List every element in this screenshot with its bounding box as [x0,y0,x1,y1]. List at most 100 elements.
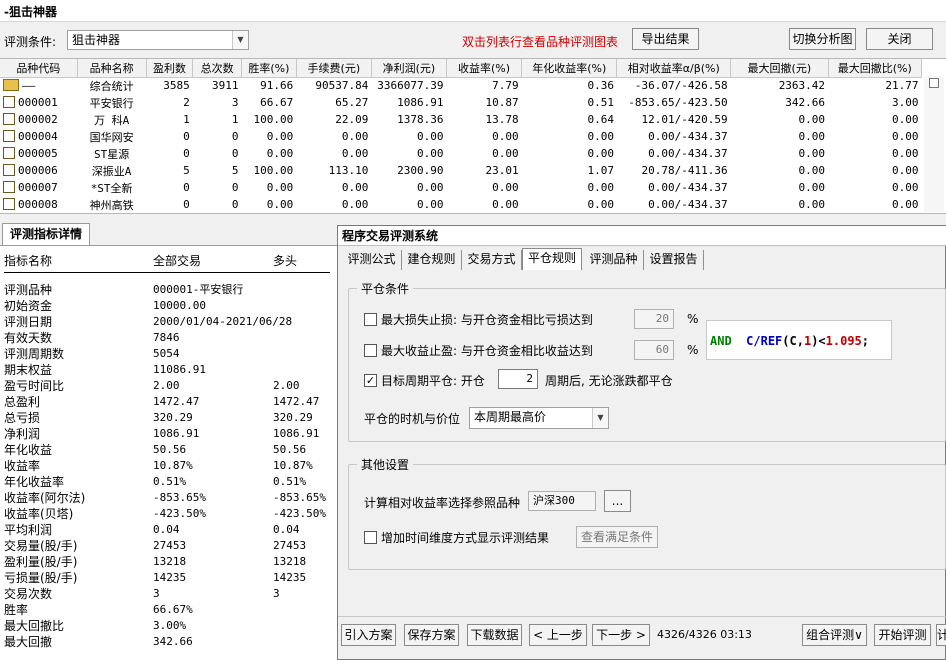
detail-name: 交易量(股/手) [4,539,78,553]
table-row[interactable]: 000008 神州高铁 0 0 0.00 0.00 0.00 0.00 0.00 0.00/-43… [0,196,922,213]
col-header[interactable]: 净利润(元) [371,59,447,78]
cell-ddratio: 21.77 [885,79,919,93]
cell-maxdd: 2363.42 [778,79,826,93]
tab-trade-mode[interactable]: 交易方式 [462,250,522,270]
timedim-checkbox[interactable] [364,531,377,544]
formula-number: 1.095 [825,334,862,348]
col-header[interactable]: 品种名称 [77,59,147,78]
benchmark-field[interactable]: 沪深300 [528,491,596,511]
detail-name: 评测周期数 [4,347,65,361]
cell-win: 1 [183,113,190,126]
detail-all-value: 14235 [153,571,187,584]
cell-net: 0.00 [416,181,444,194]
detail-row: 收益率 10.87% 10.87% [0,458,337,474]
cell-ret: 10.87 [485,96,519,109]
detail-name: 亏损量(股/手) [4,571,78,585]
detail-name: 交易次数 [4,587,53,601]
browse-button[interactable]: ... [604,490,631,512]
detail-all-value: 27453 [153,539,187,552]
table-row[interactable]: 000002 万 科A 1 1 100.00 22.09 1378.36 13.78 0.64 1… [0,111,922,128]
detail-header-long: 多头 [273,254,298,268]
tab-open-rules[interactable]: 建仓规则 [402,250,462,270]
cell-annual: 0.00 [587,147,614,160]
tab-detail[interactable]: 评测指标详情 [2,223,90,245]
detail-row: 总盈利 1472.47 1472.47 [0,394,337,410]
tab-symbols[interactable]: 评测品种 [584,250,644,270]
results-grid[interactable]: 品种代码 品种名称 盈利数 总次数 胜率(%) 手续费(元) 净利润(元) 收益… [0,58,946,214]
col-header[interactable]: 胜率(%) [241,59,297,78]
period-input[interactable]: 2 [498,369,538,389]
col-header[interactable]: 收益率(%) [446,59,523,78]
col-header[interactable]: 年化收益率(%) [521,59,618,78]
table-row[interactable]: 000004 国华网安 0 0 0.00 0.00 0.00 0.00 0.00 0.00/-43… [0,128,922,145]
extra-button[interactable]: 计 [936,624,946,646]
cell-rate: 0.00 [266,198,294,211]
stoploss-checkbox[interactable] [364,313,377,326]
combo-eval-button[interactable]: 组合评测∨ [802,624,867,646]
cell-code-text: 000007 [18,181,58,194]
start-eval-button[interactable]: 开始评测 [874,624,931,646]
scroll-thumb[interactable] [929,78,939,88]
cell-fee: 65.27 [335,96,369,109]
import-scheme-button[interactable]: 引入方案 [341,624,396,646]
col-header[interactable]: 盈利数 [146,59,194,78]
cell-maxdd: 0.00 [798,130,826,143]
col-header[interactable]: 最大回撤比(%) [828,59,923,78]
detail-all-value: 0.51% [153,475,187,488]
tab-formula[interactable]: 评测公式 [342,250,402,270]
col-header[interactable]: 品种代码 [0,59,78,78]
save-scheme-button[interactable]: 保存方案 [404,624,459,646]
chevron-down-icon[interactable]: ▼ [232,31,248,49]
cell-rel: 12.01/-420.59 [641,113,728,126]
cell-rel: 20.78/-411.36 [641,164,728,177]
next-step-button[interactable]: 下一步 > [592,624,650,646]
detail-all-value: 11086.91 [153,363,206,376]
cell-total: 1 [231,113,239,126]
view-conditions-button[interactable]: 查看满足条件 [576,526,658,548]
takeprofit-input[interactable]: 60 [634,340,674,360]
cell-name: 神州高铁 [89,198,134,212]
detail-header-all: 全部交易 [153,254,202,268]
grid-header-row: 品种代码 品种名称 盈利数 总次数 胜率(%) 手续费(元) 净利润(元) 收益… [0,59,923,78]
close-button[interactable]: 关闭 [866,28,933,50]
col-header[interactable]: 相对收益率α/β(%) [616,59,732,78]
cell-annual: 1.07 [587,164,614,177]
col-header[interactable]: 总次数 [192,59,242,78]
table-row[interactable]: 000007 *ST全新 0 0 0.00 0.00 0.00 0.00 0.00 0.00/-4… [0,179,922,196]
cell-annual: 0.36 [587,79,614,93]
detail-all-value: 3 [153,587,160,600]
cell-ret: 23.01 [485,164,519,177]
cell-ret: 13.78 [485,113,519,126]
detail-panel: 指标名称 全部交易 多头 评测品种 000001-平安银行 初始资金 10000.00… [0,245,337,660]
cell-total: 3 [231,96,239,109]
detail-long-value: 320.29 [273,411,313,424]
cell-ddratio: 0.00 [892,198,919,211]
col-header[interactable]: 最大回撤(元) [730,59,829,78]
grid-scrollbar[interactable] [924,76,944,212]
detail-row: 收益率(贝塔) -423.50% -423.50% [0,506,337,522]
timing-select[interactable]: 本周期最高价 ▼ [469,407,609,429]
takeprofit-checkbox[interactable] [364,344,377,357]
detail-long-value: 14235 [273,571,307,584]
period-checkbox[interactable]: ✓ [364,374,377,387]
table-row[interactable]: —— 综合统计 3585 3911 91.66 90537.84 3366077.39 7.7… [0,77,922,94]
detail-name: 净利润 [4,427,41,441]
export-button[interactable]: 导出结果 [632,28,699,50]
col-header[interactable]: 手续费(元) [296,59,372,78]
tab-report[interactable]: 设置报告 [644,250,704,270]
cell-rel: 0.00/-434.37 [648,181,728,194]
tab-close-rules[interactable]: 平仓规则 [522,248,582,270]
prev-step-button[interactable]: < 上一步 [529,624,587,646]
stoploss-input[interactable]: 20 [634,309,674,329]
table-row[interactable]: 000001 平安银行 2 3 66.67 65.27 1086.91 10.87 0.51 -8… [0,94,922,111]
cell-fee: 90537.84 [315,79,369,93]
download-data-button[interactable]: 下载数据 [467,624,522,646]
table-row[interactable]: 000006 深振业A 5 5 100.00 113.10 2300.90 23.01 1.07… [0,162,922,179]
cell-rate: 0.00 [266,130,294,143]
table-row[interactable]: 000005 ST星源 0 0 0.00 0.00 0.00 0.00 0.00 0.00/-43… [0,145,922,162]
switch-chart-button[interactable]: 切换分析图 [789,28,856,50]
chevron-down-icon[interactable]: ▼ [592,408,608,428]
cell-rel: -853.65/-423.50 [628,96,728,109]
criteria-select[interactable]: 狙击神器 ▼ [67,30,249,50]
detail-all-value: 000001-平安银行 [153,283,244,296]
